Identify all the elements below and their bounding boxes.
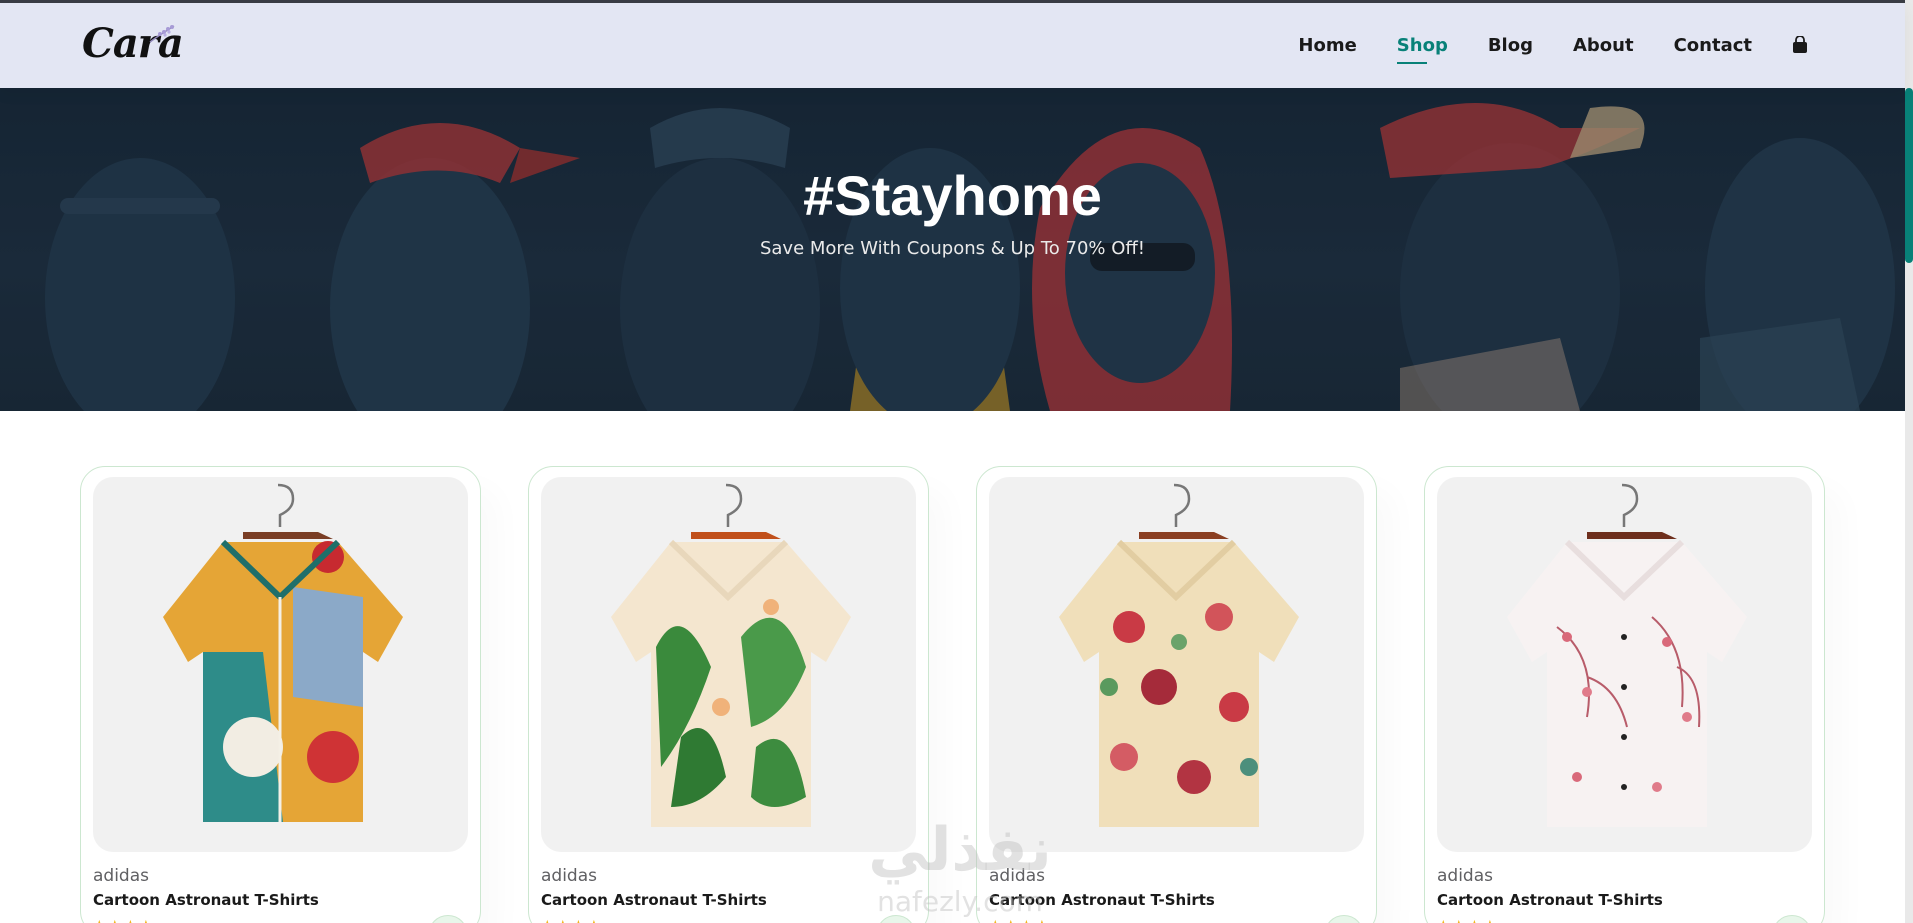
product-image[interactable] (989, 477, 1364, 852)
rating-stars: ★★★★ (93, 917, 468, 923)
hero-title: #Stayhome (803, 164, 1102, 227)
product-brand: adidas (541, 866, 597, 886)
page-scrollbar[interactable] (1905, 0, 1913, 923)
product-grid: adidas Cartoon Astronaut T-Shirts ★★★★ a… (80, 466, 1825, 923)
hero-subtitle: Save More With Coupons & Up To 70% Off! (759, 238, 1146, 259)
shirt-illustration (611, 483, 851, 827)
rating-stars: ★★★★ (989, 917, 1364, 923)
product-image[interactable] (541, 477, 916, 852)
scrollbar-thumb[interactable] (1905, 88, 1913, 263)
product-image[interactable] (1437, 477, 1812, 852)
product-title[interactable]: Cartoon Astronaut T-Shirts (541, 891, 916, 909)
product-title[interactable]: Cartoon Astronaut T-Shirts (1437, 891, 1812, 909)
nav-home[interactable]: Home (1298, 29, 1356, 62)
nav-contact[interactable]: Contact (1674, 29, 1752, 62)
product-brand: adidas (989, 866, 1045, 886)
rating-stars: ★★★★ (1437, 917, 1812, 923)
product-card[interactable]: adidas Cartoon Astronaut T-Shirts ★★★★ (528, 466, 929, 923)
product-title[interactable]: Cartoon Astronaut T-Shirts (989, 891, 1364, 909)
product-brand: adidas (93, 866, 149, 886)
nav-blog[interactable]: Blog (1488, 29, 1533, 62)
nav-shop[interactable]: Shop (1396, 29, 1448, 64)
product-card[interactable]: adidas Cartoon Astronaut T-Shirts ★★★★ (976, 466, 1377, 923)
product-brand: adidas (1437, 866, 1493, 886)
page-hero-banner: #Stayhome Save More With Coupons & Up To… (0, 88, 1905, 411)
shirt-illustration (1507, 483, 1747, 827)
site-header: Cara Home Shop Blog About Contact (0, 3, 1905, 88)
rating-stars: ★★★★ (541, 917, 916, 923)
lavender-sprig-icon (149, 25, 175, 43)
product-title[interactable]: Cartoon Astronaut T-Shirts (93, 891, 468, 909)
logo[interactable]: Cara (82, 20, 184, 70)
product-image[interactable] (93, 477, 468, 852)
product-card[interactable]: adidas Cartoon Astronaut T-Shirts ★★★★ (1424, 466, 1825, 923)
main-nav: Home Shop Blog About Contact (1258, 3, 1810, 88)
shirt-illustration (1059, 483, 1299, 827)
product-card[interactable]: adidas Cartoon Astronaut T-Shirts ★★★★ (80, 466, 481, 923)
shopping-bag-icon[interactable] (1792, 34, 1810, 56)
nav-about[interactable]: About (1573, 29, 1634, 62)
shirt-illustration (163, 483, 403, 822)
